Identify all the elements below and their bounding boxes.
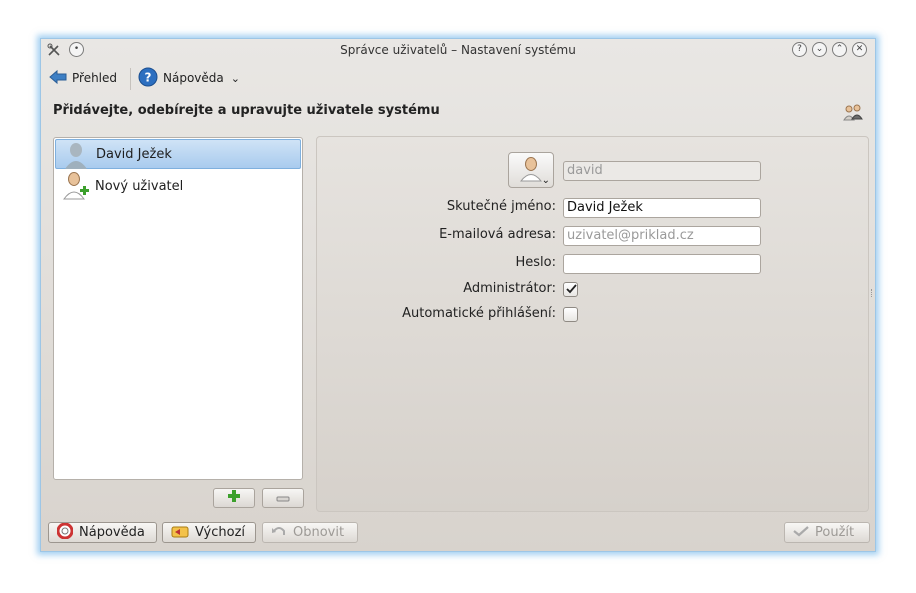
admin-label: Administrátor: [463,281,556,296]
user-name: David Ježek [96,146,172,162]
user-list[interactable]: David Ježek Nový uživatel [53,137,303,480]
user-name: Nový uživatel [95,178,184,194]
admin-label-box: Administrátor: [316,280,556,300]
add-user-button[interactable] [213,488,255,508]
toolbar: Přehled ? Nápověda ⌄ [41,64,875,92]
defaults-icon [171,524,189,542]
real-name-field[interactable]: David Ježek [563,198,761,218]
help-window-icon[interactable]: ? [792,42,807,57]
avatar-icon [519,156,543,186]
defaults-button[interactable]: Výchozí [162,522,256,543]
help-lifebuoy-icon [56,522,74,543]
admin-checkbox[interactable] [563,282,578,297]
real-name-label: Skutečné jméno: [446,199,556,214]
user-list-item-new[interactable]: Nový uživatel [55,171,301,201]
close-icon[interactable]: ✕ [852,42,867,57]
help-menu-button[interactable]: ? Nápověda ⌄ [138,67,240,89]
overview-label: Přehled [72,71,118,85]
password-label-box: Heslo: [316,254,557,274]
chevron-down-icon: ⌄ [541,175,550,186]
autologin-label-box: Automatické přihlášení: [316,305,556,325]
minimize-icon[interactable]: ⌄ [812,42,827,57]
user-avatar-icon [64,141,88,173]
email-label-box: E-mailová adresa: [316,226,556,246]
help-button-label: Nápověda [79,525,145,540]
reset-button[interactable]: Obnovit [262,522,358,543]
page-headline: Přidávejte, odebírejte a upravujte uživa… [53,103,440,118]
help-icon: ? [138,67,158,90]
email-field[interactable]: uzivatel@priklad.cz [563,226,761,246]
users-icon [843,103,863,125]
apply-button-label: Použít [815,525,855,540]
autologin-checkbox[interactable] [563,307,578,322]
help-button[interactable]: Nápověda [48,522,157,543]
email-label: E-mailová adresa: [439,227,556,242]
avatar-button[interactable]: ⌄ [508,152,554,188]
minus-icon [276,491,290,506]
chevron-down-icon: ⌄ [230,71,240,85]
reset-button-label: Obnovit [293,525,345,540]
system-settings-window: • Správce uživatelů – Nastavení systému … [40,38,876,552]
toolbar-separator [130,68,131,90]
defaults-button-label: Výchozí [195,525,246,540]
help-menu-label: Nápověda [163,71,224,85]
maximize-icon[interactable]: ⌃ [832,42,847,57]
plus-icon [227,489,241,507]
password-field[interactable] [563,254,761,274]
checkmark-icon [793,525,809,541]
remove-user-button[interactable] [262,488,304,508]
window-title: Správce uživatelů – Nastavení systému [340,43,576,57]
user-list-item-david[interactable]: David Ježek [55,139,301,169]
resize-grip[interactable] [871,289,874,297]
autologin-label: Automatické přihlášení: [402,306,556,321]
username-field[interactable]: david [563,161,761,181]
real-name-label-box: Skutečné jméno: [316,198,556,218]
svg-text:?: ? [145,70,152,84]
overview-button[interactable]: Přehled [49,67,117,89]
add-user-icon [63,171,91,205]
back-arrow-icon [49,69,67,88]
checkmark-icon [565,282,578,299]
apply-button[interactable]: Použít [784,522,870,543]
password-label: Heslo: [515,255,557,270]
undo-icon [271,524,287,542]
title-bar: • Správce uživatelů – Nastavení systému … [41,39,875,61]
